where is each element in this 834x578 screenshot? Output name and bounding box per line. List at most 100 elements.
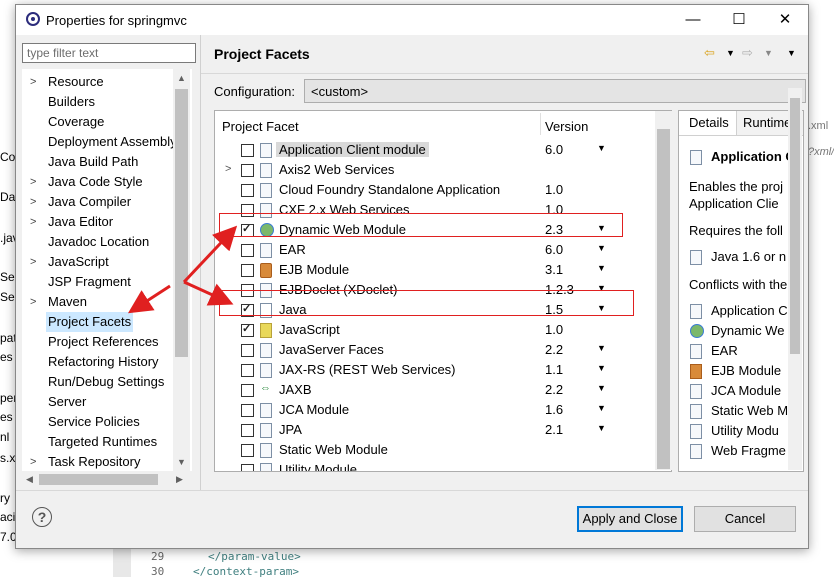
- facet-name: JavaScript: [279, 322, 340, 337]
- facet-checkbox[interactable]: [241, 404, 254, 417]
- details-heading: Application C: [711, 149, 795, 164]
- facet-checkbox[interactable]: [241, 184, 254, 197]
- js-icon: [260, 323, 272, 338]
- chevron-right-icon[interactable]: >: [30, 212, 36, 232]
- bg-text: pat: [0, 331, 16, 345]
- facet-row[interactable]: EAR 6.0 ▼: [215, 240, 671, 260]
- chevron-right-icon[interactable]: >: [225, 163, 231, 175]
- chevron-right-icon[interactable]: >: [30, 192, 36, 212]
- doc-icon: [260, 143, 272, 158]
- cancel-button[interactable]: Cancel: [694, 506, 796, 532]
- requires-label: Requires the foll: [689, 223, 783, 238]
- back-menu-icon[interactable]: ▼: [726, 48, 735, 58]
- view-menu-icon[interactable]: ▼: [787, 48, 796, 58]
- column-header-version[interactable]: Version: [545, 119, 588, 134]
- facet-name: EAR: [279, 242, 306, 257]
- conflict-item: Dynamic We: [711, 323, 785, 338]
- scroll-left-icon[interactable]: ◀: [26, 474, 33, 485]
- scroll-thumb[interactable]: [657, 129, 670, 469]
- tree-vertical-scrollbar[interactable]: ▲ ▼: [173, 69, 190, 471]
- facet-version: 1.6: [545, 402, 564, 417]
- tree-horizontal-scrollbar[interactable]: ◀ ▶: [22, 471, 190, 488]
- scroll-down-icon[interactable]: ▼: [177, 457, 186, 467]
- facet-row[interactable]: JavaServer Faces 2.2 ▼: [215, 340, 671, 360]
- doc-icon: [260, 163, 272, 178]
- tab-details[interactable]: Details: [683, 111, 735, 136]
- scroll-thumb[interactable]: [39, 474, 158, 485]
- maximize-button[interactable]: ☐: [716, 5, 762, 35]
- tree-item-label: Project References: [48, 334, 159, 349]
- help-icon[interactable]: ?: [32, 507, 52, 527]
- minimize-button[interactable]: —: [670, 5, 716, 35]
- bg-editor-tab: .xml: [808, 120, 829, 132]
- version-dropdown-icon[interactable]: ▼: [597, 243, 606, 253]
- doc-icon: [690, 304, 702, 319]
- version-dropdown-icon[interactable]: ▼: [597, 383, 606, 393]
- facet-checkbox[interactable]: [241, 244, 254, 257]
- bg-text: per: [0, 391, 16, 405]
- chevron-right-icon[interactable]: >: [30, 292, 36, 312]
- tree-item-label: Refactoring History: [48, 354, 159, 369]
- bg-editor: 29 </param-value> 30 </context-param>: [113, 548, 834, 578]
- conflict-item: Static Web M: [711, 403, 789, 418]
- facet-row[interactable]: > Axis2 Web Services: [215, 160, 671, 180]
- chevron-right-icon[interactable]: >: [30, 72, 36, 92]
- forward-arrow-icon[interactable]: ⇨: [742, 45, 753, 61]
- version-dropdown-icon[interactable]: ▼: [597, 423, 606, 433]
- facet-version: 1.0: [545, 182, 564, 197]
- filter-input[interactable]: [22, 43, 196, 63]
- version-dropdown-icon[interactable]: ▼: [597, 143, 606, 153]
- facet-row[interactable]: Application Client module 6.0 ▼: [215, 140, 671, 160]
- version-dropdown-icon[interactable]: ▼: [597, 403, 606, 413]
- tree-item-label: Builders: [48, 94, 95, 109]
- facet-checkbox[interactable]: [241, 164, 254, 177]
- facet-row[interactable]: JPA 2.1 ▼: [215, 420, 671, 440]
- scroll-up-icon[interactable]: ▲: [177, 73, 186, 83]
- facet-row[interactable]: Static Web Module: [215, 440, 671, 460]
- facet-checkbox[interactable]: [241, 264, 254, 277]
- conflict-item: EAR: [711, 343, 738, 358]
- eclipse-icon: [26, 12, 40, 26]
- facet-checkbox[interactable]: [241, 144, 254, 157]
- apply-and-close-button[interactable]: Apply and Close: [577, 506, 683, 532]
- chevron-right-icon[interactable]: >: [30, 252, 36, 272]
- back-arrow-icon[interactable]: ⇦: [704, 45, 715, 61]
- pane-splitter[interactable]: [200, 35, 201, 490]
- code-line: </param-value>: [208, 550, 301, 563]
- facet-row[interactable]: JAX-RS (REST Web Services) 1.1 ▼: [215, 360, 671, 380]
- forward-menu-icon[interactable]: ▼: [764, 48, 773, 58]
- facet-checkbox[interactable]: [241, 364, 254, 377]
- close-button[interactable]: ✕: [762, 5, 808, 35]
- chevron-right-icon[interactable]: >: [30, 172, 36, 192]
- facet-checkbox[interactable]: [241, 424, 254, 437]
- facet-row[interactable]: ⇔ JAXB 2.2 ▼: [215, 380, 671, 400]
- doc-icon: [690, 424, 702, 439]
- facet-row[interactable]: Cloud Foundry Standalone Application 1.0: [215, 180, 671, 200]
- facet-checkbox[interactable]: [241, 344, 254, 357]
- facet-name: JPA: [279, 422, 302, 437]
- version-dropdown-icon[interactable]: ▼: [597, 363, 606, 373]
- scroll-right-icon[interactable]: ▶: [176, 474, 183, 485]
- details-scrollbar[interactable]: [788, 88, 802, 470]
- tree-item-label: Resource: [48, 74, 104, 89]
- facet-row[interactable]: JCA Module 1.6 ▼: [215, 400, 671, 420]
- property-tree: > Resource Builders Coverage Deployment Asse…: [22, 69, 192, 471]
- facet-checkbox[interactable]: [241, 384, 254, 397]
- facet-row[interactable]: Utility Module: [215, 460, 671, 471]
- facets-scrollbar[interactable]: [655, 111, 672, 470]
- scroll-thumb[interactable]: [790, 98, 800, 354]
- facet-checkbox[interactable]: [241, 444, 254, 457]
- conflict-item: JCA Module: [711, 383, 782, 398]
- scroll-thumb[interactable]: [175, 89, 188, 357]
- configuration-select[interactable]: <custom>: [304, 79, 806, 103]
- version-dropdown-icon[interactable]: ▼: [597, 343, 606, 353]
- version-dropdown-icon[interactable]: ▼: [597, 263, 606, 273]
- facet-row[interactable]: JavaScript 1.0: [215, 320, 671, 340]
- facet-checkbox[interactable]: [241, 464, 254, 471]
- chevron-right-icon[interactable]: >: [30, 452, 36, 471]
- column-header-facet[interactable]: Project Facet: [222, 119, 299, 134]
- line-number: 29: [151, 550, 165, 563]
- facet-row[interactable]: EJB Module 3.1 ▼: [215, 260, 671, 280]
- ejb-icon: [260, 263, 272, 278]
- facet-checkbox[interactable]: [241, 322, 254, 337]
